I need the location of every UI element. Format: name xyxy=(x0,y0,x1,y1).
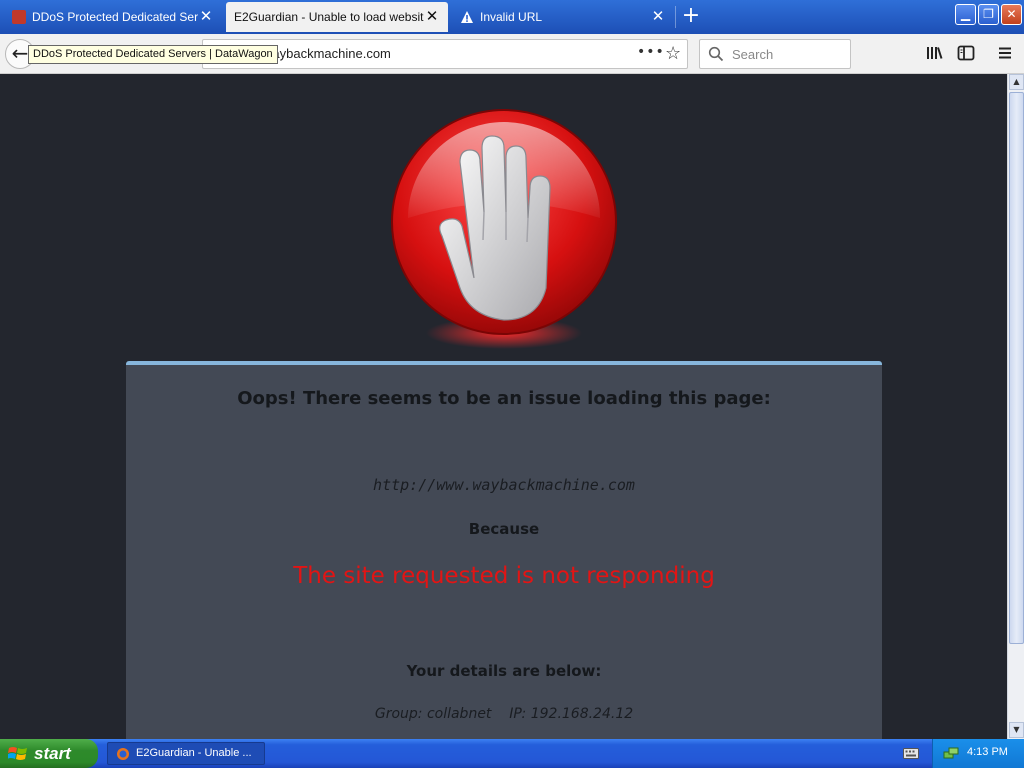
search-placeholder: Search xyxy=(732,47,774,62)
warning-icon xyxy=(461,11,473,23)
new-tab-button[interactable]: + xyxy=(678,4,704,28)
library-icon[interactable] xyxy=(925,44,943,62)
bookmark-star-icon[interactable]: ☆ xyxy=(665,43,681,64)
tab-tooltip: DDoS Protected Dedicated Servers | DataW… xyxy=(28,45,278,64)
tab-label: DDoS Protected Dedicated Servers | DataW… xyxy=(32,10,198,24)
details-heading: Your details are below: xyxy=(406,662,602,680)
search-icon xyxy=(708,46,724,62)
stop-hand-icon xyxy=(391,109,617,349)
clock: 4:13 PM xyxy=(967,746,1008,758)
network-tray-icon[interactable] xyxy=(943,745,959,761)
tab-separator xyxy=(675,6,676,28)
browser-window-icon xyxy=(117,748,129,760)
scroll-down-button[interactable]: ▼ xyxy=(1009,722,1024,738)
system-tray: 4:13 PM xyxy=(932,739,1024,768)
menu-icon[interactable] xyxy=(996,44,1014,62)
tab-datawagon[interactable]: DDoS Protected Dedicated Servers | DataW… xyxy=(4,2,222,32)
page-actions-icon[interactable]: ••• xyxy=(637,44,665,60)
close-tab-icon[interactable]: ✕ xyxy=(198,9,214,25)
taskbar: start E2Guardian - Unable ... 4:13 PM xyxy=(0,739,1024,768)
page-content: Oops! There seems to be an issue loading… xyxy=(0,74,1007,739)
windows-flag-icon xyxy=(8,747,27,760)
address-text: waybackmachine.com xyxy=(263,46,391,61)
start-button[interactable]: start xyxy=(0,739,98,768)
tab-label: E2Guardian - Unable to load website xyxy=(234,10,424,24)
scroll-thumb[interactable] xyxy=(1009,92,1024,644)
datawagon-favicon-icon xyxy=(12,10,26,24)
vertical-scrollbar[interactable]: ▲ ▼ xyxy=(1007,74,1024,739)
minimize-button[interactable]: ▁ xyxy=(955,4,976,25)
taskbar-item-label: E2Guardian - Unable ... xyxy=(136,747,252,759)
user-details: Group: collabnet IP: 192.168.24.12 xyxy=(374,706,634,722)
back-arrow-icon: ← xyxy=(11,41,29,65)
close-tab-icon[interactable]: ✕ xyxy=(424,9,440,25)
blocked-url: http://www.waybackmachine.com xyxy=(373,476,635,494)
restore-button[interactable]: ❐ xyxy=(978,4,999,25)
tab-invalid-url[interactable]: Invalid URL ✕ xyxy=(452,2,674,32)
tab-label: Invalid URL xyxy=(480,10,543,24)
screen: DDoS Protected Dedicated Servers | DataW… xyxy=(0,0,1024,768)
taskbar-window-item[interactable]: E2Guardian - Unable ... xyxy=(107,742,265,765)
search-input[interactable]: Search xyxy=(699,39,851,69)
error-reason: The site requested is not responding xyxy=(293,563,715,589)
scroll-up-button[interactable]: ▲ xyxy=(1009,74,1024,90)
start-label: start xyxy=(34,744,71,763)
error-heading: Oops! There seems to be an issue loading… xyxy=(237,388,771,409)
tab-e2guardian[interactable]: E2Guardian - Unable to load website ✕ xyxy=(226,2,448,32)
error-panel: Oops! There seems to be an issue loading… xyxy=(126,361,882,739)
close-window-button[interactable]: ✕ xyxy=(1001,4,1022,25)
sidebar-icon[interactable] xyxy=(957,44,975,62)
tab-strip: DDoS Protected Dedicated Servers | DataW… xyxy=(0,0,1024,34)
keyboard-icon[interactable] xyxy=(903,747,919,760)
close-tab-icon[interactable]: ✕ xyxy=(650,9,666,25)
because-label: Because xyxy=(468,520,540,538)
